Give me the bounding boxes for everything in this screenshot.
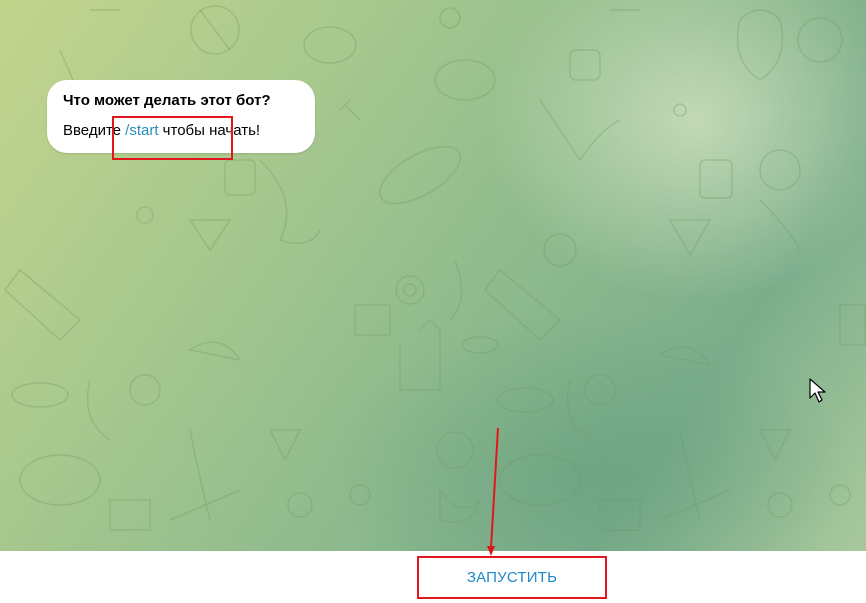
start-command-highlight	[112, 116, 233, 160]
mouse-cursor-icon	[809, 378, 826, 403]
bot-description-title: Что может делать этот бот?	[63, 92, 271, 109]
start-button-highlight	[417, 556, 607, 599]
